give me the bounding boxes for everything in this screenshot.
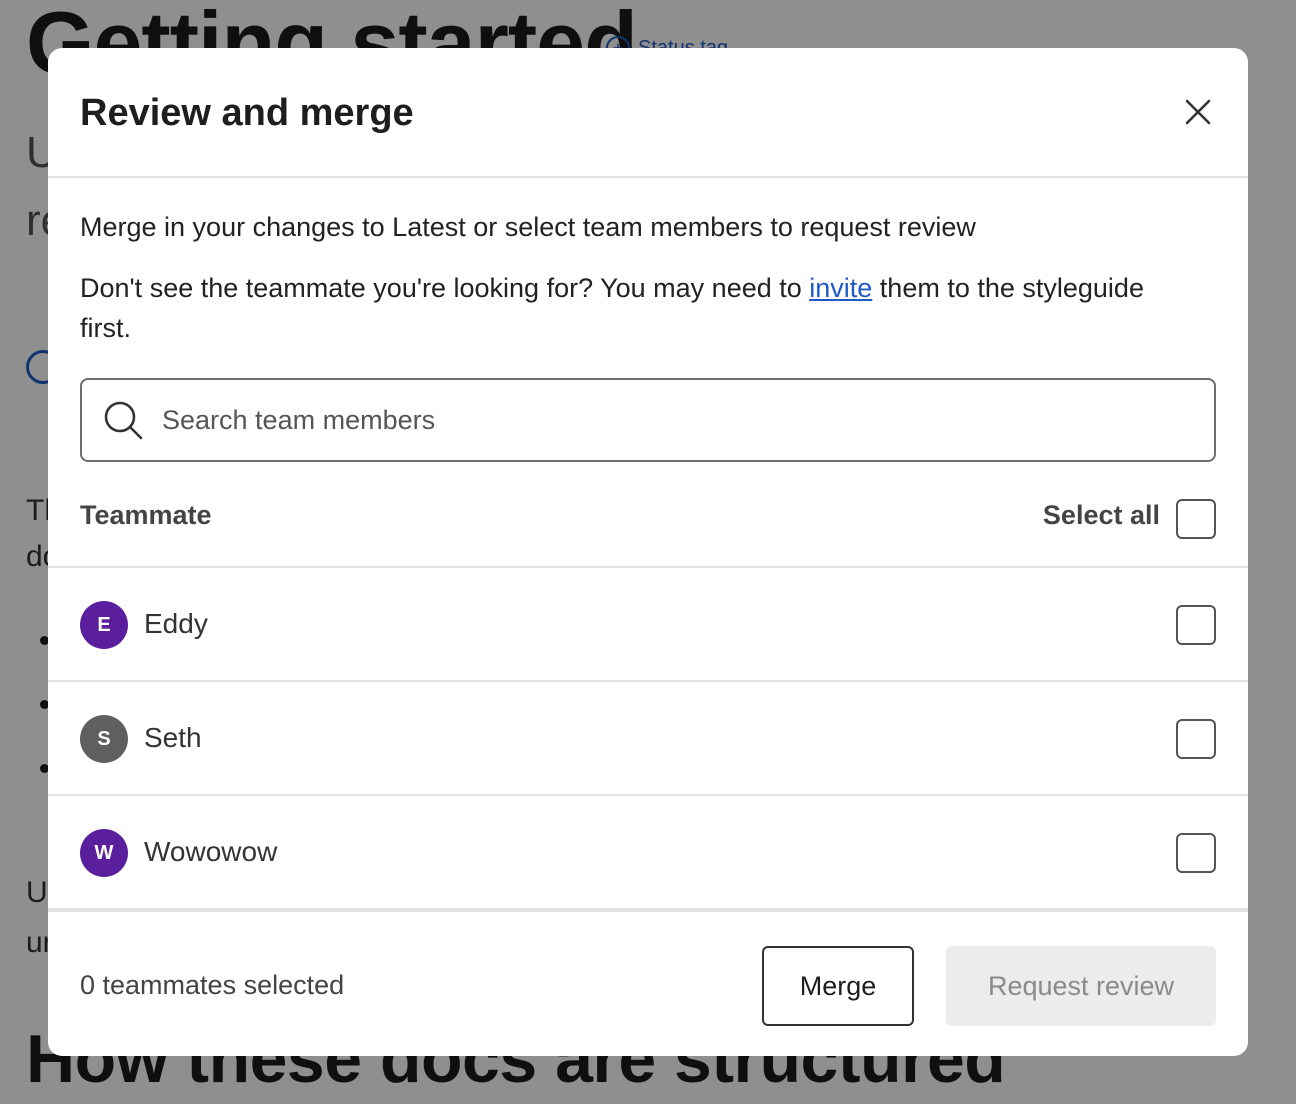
list-header: Teammate Select all	[48, 462, 1248, 568]
select-all-label: Select all	[1042, 500, 1160, 530]
avatar: W	[80, 829, 128, 877]
teammate-checkbox[interactable]	[1176, 719, 1216, 759]
teammate-name: Seth	[144, 722, 202, 753]
request-review-button[interactable]: Request review	[946, 946, 1216, 1026]
teammate-name: Eddy	[144, 608, 208, 639]
invite-hint-prefix: Don't see the teammate you're looking fo…	[80, 273, 810, 303]
selected-count: 0 teammates selected	[80, 970, 345, 1000]
close-button[interactable]	[1180, 94, 1216, 130]
teammate-checkbox[interactable]	[1176, 605, 1216, 645]
avatar: E	[80, 601, 128, 649]
search-input[interactable]	[162, 404, 1162, 436]
close-icon	[1185, 99, 1211, 125]
modal-header: Review and merge	[48, 48, 1248, 178]
merge-button[interactable]: Merge	[762, 946, 914, 1026]
list-item[interactable]: E Eddy	[48, 568, 1248, 682]
modal-description: Merge in your changes to Latest or selec…	[80, 212, 976, 242]
search-box[interactable]	[80, 378, 1216, 462]
search-icon	[104, 401, 143, 440]
invite-hint: Don't see the teammate you're looking fo…	[80, 268, 1180, 348]
list-item[interactable]: S Seth	[48, 682, 1248, 796]
teammate-checkbox[interactable]	[1176, 833, 1216, 873]
teammate-column-label: Teammate	[80, 500, 212, 530]
teammate-name: Wowowow	[144, 836, 278, 867]
select-all-checkbox[interactable]	[1176, 499, 1216, 539]
modal-footer: 0 teammates selected Merge Request revie…	[48, 910, 1248, 1056]
invite-link[interactable]: invite	[809, 273, 872, 303]
list-item[interactable]: W Wowowow	[48, 796, 1248, 910]
modal-title: Review and merge	[80, 92, 414, 134]
avatar: S	[80, 715, 128, 763]
review-merge-modal: Review and merge Merge in your changes t…	[48, 48, 1248, 1056]
